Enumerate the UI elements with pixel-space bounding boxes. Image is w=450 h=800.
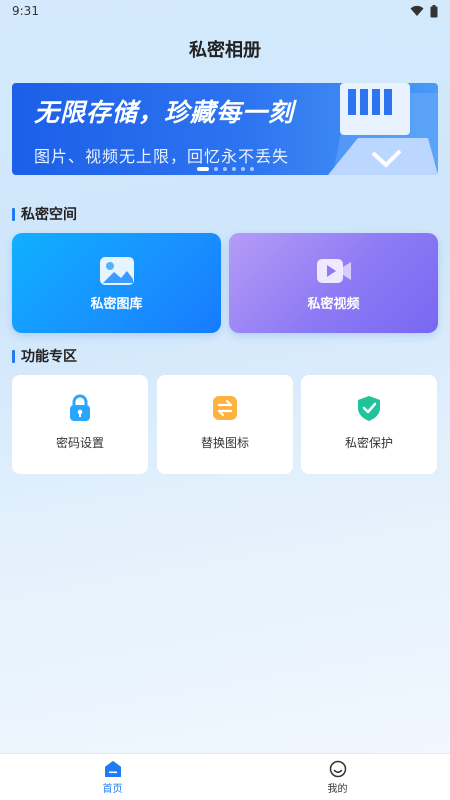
banner-headline: 无限存储，珍藏每一刻 (34, 98, 295, 127)
password-settings-card[interactable]: 密码设置 (12, 375, 148, 474)
banner-dot[interactable] (231, 167, 236, 171)
heading-accent-bar (12, 349, 15, 363)
battery-icon (430, 4, 438, 17)
storage-illustration (328, 83, 438, 175)
privacy-protection-label: 私密保护 (344, 436, 393, 450)
gallery-icon (99, 256, 134, 285)
private-gallery-card[interactable]: 私密图库 (12, 233, 221, 333)
replace-icon-card[interactable]: 替换图标 (157, 375, 293, 474)
bottom-tab-bar: 首页 我的 (0, 753, 450, 800)
home-icon (104, 760, 121, 777)
banner-dot[interactable] (240, 167, 245, 171)
page-title: 私密相册 (189, 40, 261, 61)
video-icon (316, 258, 351, 283)
tab-profile[interactable]: 我的 (225, 754, 450, 800)
banner-dot[interactable] (213, 167, 218, 171)
banner-dot[interactable] (249, 167, 254, 171)
profile-icon (329, 760, 346, 777)
tab-home[interactable]: 首页 (0, 754, 225, 800)
private-video-card[interactable]: 私密视频 (229, 233, 438, 333)
lock-icon (70, 394, 90, 421)
status-time: 9:31 (12, 4, 39, 18)
section-heading-label: 功能专区 (21, 349, 77, 365)
status-bar: 9:31 (0, 0, 450, 22)
shield-check-icon (358, 396, 380, 421)
swap-icon (213, 396, 237, 420)
private-gallery-label: 私密图库 (90, 296, 143, 312)
tab-home-label: 首页 (102, 783, 123, 795)
banner-dot[interactable] (222, 167, 227, 171)
heading-accent-bar (12, 207, 15, 221)
banner-pagination (12, 167, 438, 171)
tab-profile-label: 我的 (327, 783, 348, 795)
section-heading-label: 私密空间 (21, 207, 77, 223)
section-heading-features: 功能专区 (12, 346, 77, 366)
password-settings-label: 密码设置 (55, 436, 104, 450)
banner-dot[interactable] (196, 167, 209, 171)
private-video-label: 私密视频 (307, 296, 360, 312)
promo-banner[interactable]: 无限存储，珍藏每一刻 图片、视频无上限，回忆永不丢失 (12, 83, 438, 175)
wifi-icon (410, 5, 424, 16)
replace-icon-label: 替换图标 (200, 436, 249, 450)
privacy-protection-card[interactable]: 私密保护 (301, 375, 437, 474)
section-heading-private-space: 私密空间 (12, 204, 77, 224)
banner-subtitle: 图片、视频无上限，回忆永不丢失 (34, 147, 290, 166)
